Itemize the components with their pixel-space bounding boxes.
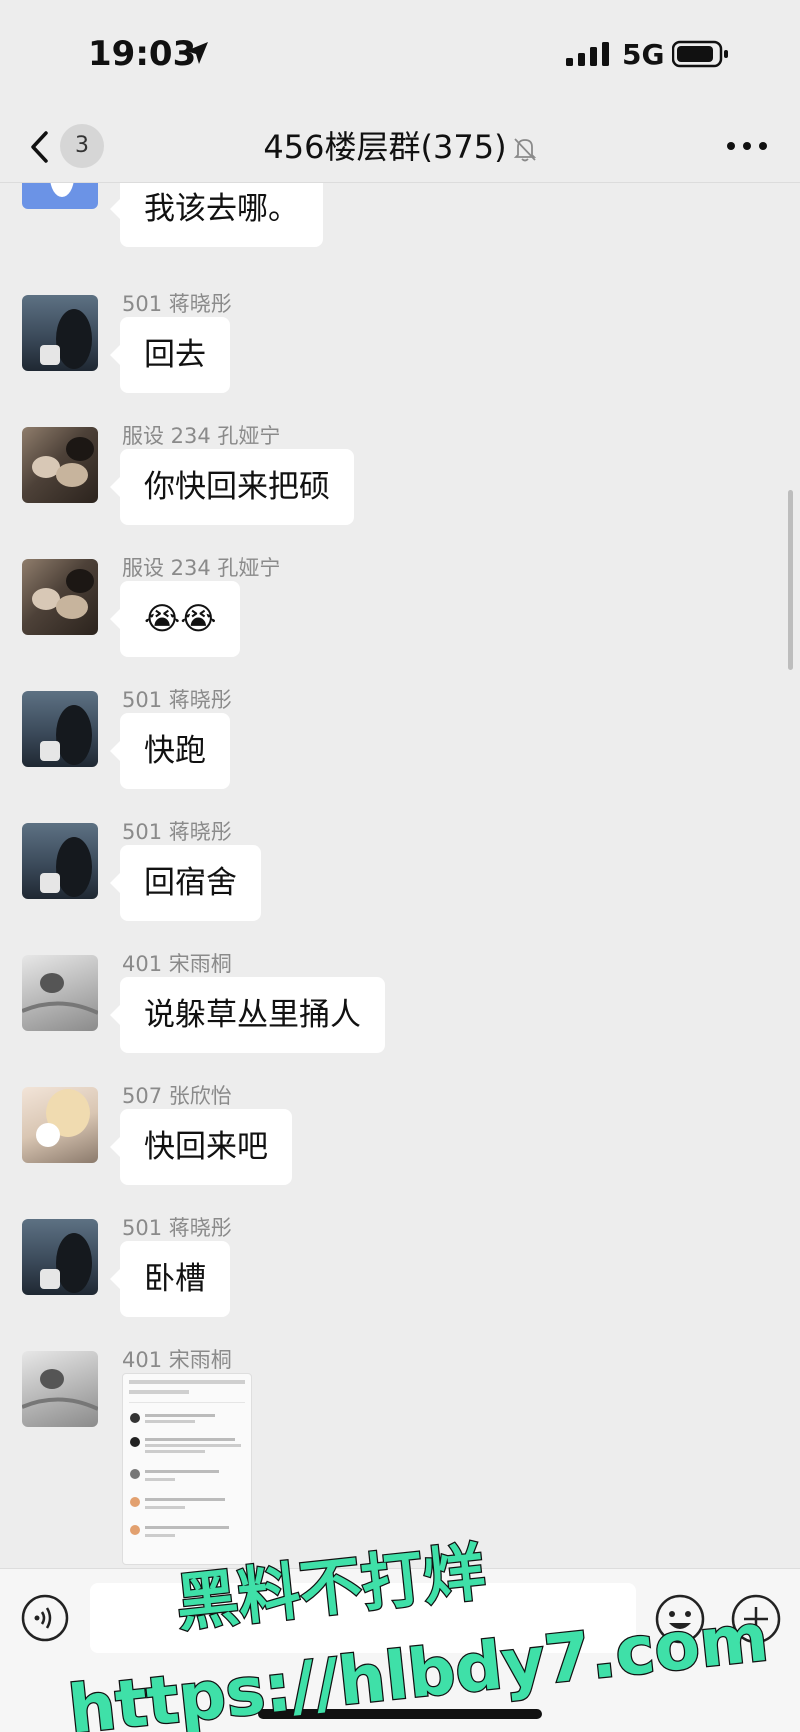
message-bubble[interactable]: 说躲草丛里捅人 [110,977,385,1053]
status-time: 19:03 [88,34,197,74]
plus-icon[interactable] [730,1593,782,1645]
sender-name: 401 宋雨桐 [122,952,232,976]
message-text: 快回来吧 [144,1129,268,1165]
chat-title: 456楼层群(375) [263,128,507,166]
chat-screen: 19:03 5G 3 456楼层群(375) 我该去哪。 501 蒋晓彤 回去 … [0,0,800,1732]
screenshot-image [129,1380,245,1537]
message-text: 回去 [144,337,206,373]
voice-input-icon[interactable] [20,1593,70,1643]
message-bubble[interactable]: 我该去哪。 [110,183,323,247]
sender-name: 服设 234 孔娅宁 [122,424,281,448]
avatar-art [40,309,92,369]
sender-name: 501 蒋晓彤 [122,688,232,712]
image-message-thumbnail[interactable] [122,1373,252,1565]
message-bubble[interactable]: 回宿舍 [110,845,261,921]
chevron-left-icon [31,131,48,163]
message-bubble[interactable]: 快跑 [110,713,230,789]
status-bar: 19:03 5G [0,0,800,110]
sender-name: 401 宋雨桐 [122,1348,232,1372]
message-bubble[interactable]: 你快回来把硕 [110,449,354,525]
rabbit-avatar-art [50,183,74,197]
avatar-art [32,569,94,619]
avatar[interactable] [22,823,98,899]
avatar-art [40,1233,92,1293]
avatar-art [22,1369,98,1411]
message-bubble[interactable]: 😭😭 [109,581,241,657]
message-text: 你快回来把硕 [144,469,330,505]
avatar-art [40,837,92,897]
message-text: 回宿舍 [144,865,237,901]
sender-name: 507 张欣怡 [122,1084,232,1108]
message-bubble[interactable]: 快回来吧 [110,1109,292,1185]
avatar[interactable] [22,427,98,503]
avatar[interactable] [22,559,98,635]
sender-name: 501 蒋晓彤 [122,1216,232,1240]
avatar[interactable] [22,183,98,209]
sender-name: 501 蒋晓彤 [122,820,232,844]
crying-emoji-icon: 😭😭 [144,601,217,637]
unread-count-badge: 3 [60,124,104,168]
avatar[interactable] [22,1087,98,1163]
scrollbar[interactable] [788,490,793,670]
more-options-icon[interactable] [722,128,772,164]
avatar-art [36,1089,90,1147]
location-arrow-icon [186,42,208,64]
sender-name: 501 蒋晓彤 [122,292,232,316]
avatar[interactable] [22,955,98,1031]
mute-bell-icon [513,138,536,162]
message-bubble[interactable]: 回去 [110,317,230,393]
avatar-art [32,437,94,487]
nav-bar: 3 456楼层群(375) [0,110,800,183]
input-bar [0,1568,800,1732]
message-text: 快跑 [144,733,206,769]
message-text: 卧槽 [144,1261,206,1297]
avatar[interactable] [22,1219,98,1295]
signal-icon [566,42,609,66]
message-text: 我该去哪。 [144,191,299,227]
avatar[interactable] [22,1351,98,1427]
sender-name: 服设 234 孔娅宁 [122,556,281,580]
battery-icon [672,40,728,68]
avatar-art [40,705,92,765]
avatar[interactable] [22,295,98,371]
emoji-icon[interactable] [654,1593,706,1645]
avatar-art [22,973,98,1015]
message-bubble[interactable]: 卧槽 [110,1241,230,1317]
chat-message-list[interactable]: 我该去哪。 501 蒋晓彤 回去 服设 234 孔娅宁 你快回来把硕 服设 23… [0,183,800,1568]
avatar[interactable] [22,691,98,767]
network-type: 5G [622,38,665,71]
back-button[interactable]: 3 [22,120,112,170]
message-text: 说躲草丛里捅人 [144,997,361,1033]
chat-title-wrap: 456楼层群(375) [180,122,620,168]
home-indicator [258,1709,542,1719]
message-input[interactable] [90,1583,636,1653]
